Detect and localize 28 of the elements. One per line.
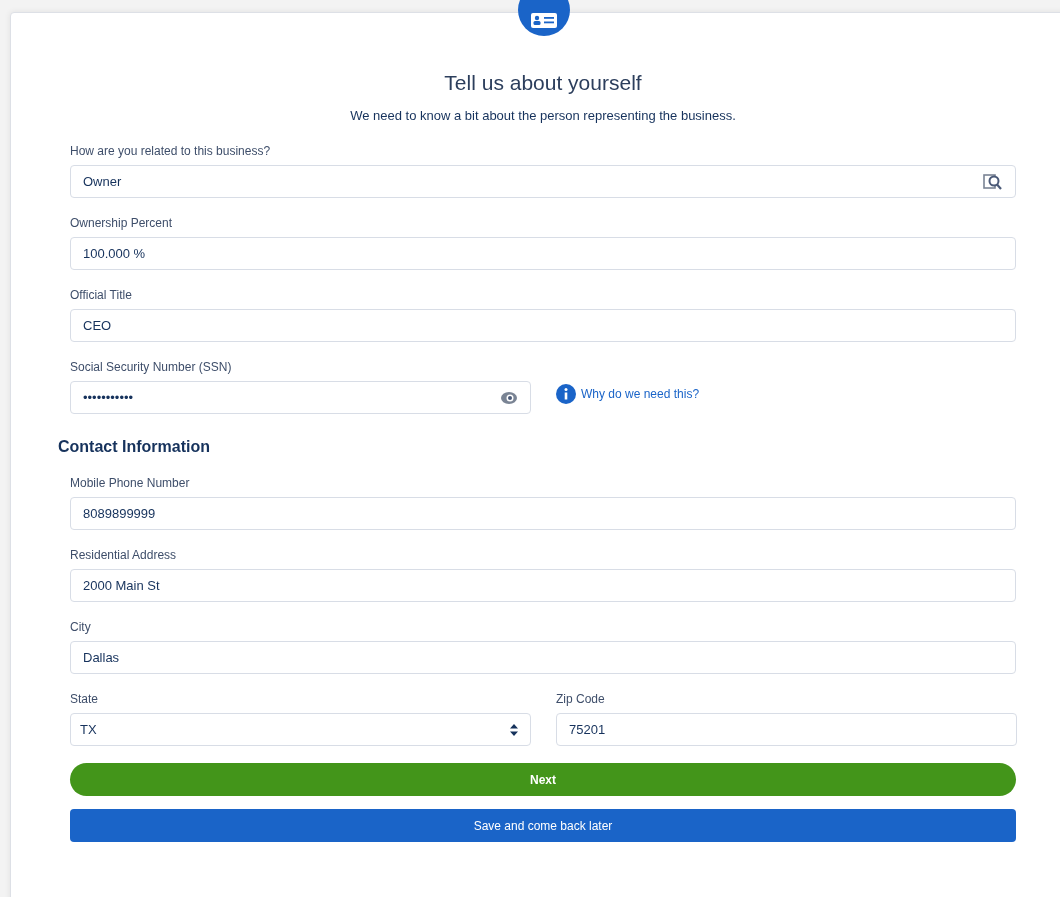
input-field[interactable]: Dallas [70, 641, 1016, 674]
input-field[interactable]: 8089899999 [70, 497, 1016, 530]
info-icon [556, 384, 576, 404]
field-label: Residential Address [70, 548, 178, 562]
help-link[interactable]: Why do we need this? [581, 387, 700, 401]
field-label: State [70, 692, 100, 706]
state-dropdown[interactable]: TX [70, 713, 531, 746]
input-field[interactable]: 100.000 % [70, 237, 1016, 270]
field-label: Official Title [70, 288, 133, 302]
field-label: Mobile Phone Number [70, 476, 191, 490]
field-label: Ownership Percent [70, 216, 174, 230]
lookup-icon[interactable] [983, 172, 1003, 191]
field-label: City [70, 620, 92, 634]
field-label: Social Security Number (SSN) [70, 360, 233, 374]
save-later-button[interactable]: Save and come back later [70, 809, 1016, 842]
field-label: Zip Code [556, 692, 606, 706]
input-field[interactable]: ••••••••••• [70, 381, 531, 414]
input-field[interactable]: 75201 [556, 713, 1017, 746]
sort-arrows-icon [510, 723, 518, 736]
input-field[interactable]: Owner [70, 165, 1016, 198]
eye-icon[interactable] [500, 389, 518, 406]
next-button[interactable]: Next [70, 763, 1016, 796]
input-field[interactable]: 2000 Main St [70, 569, 1016, 602]
field-label: How are you related to this business? [70, 144, 272, 158]
input-field[interactable]: CEO [70, 309, 1016, 342]
page-subtitle: We need to know a bit about the person representing the business. [349, 108, 737, 123]
section-heading: Contact Information [58, 438, 211, 456]
page-title: Tell us about yourself [443, 71, 643, 95]
